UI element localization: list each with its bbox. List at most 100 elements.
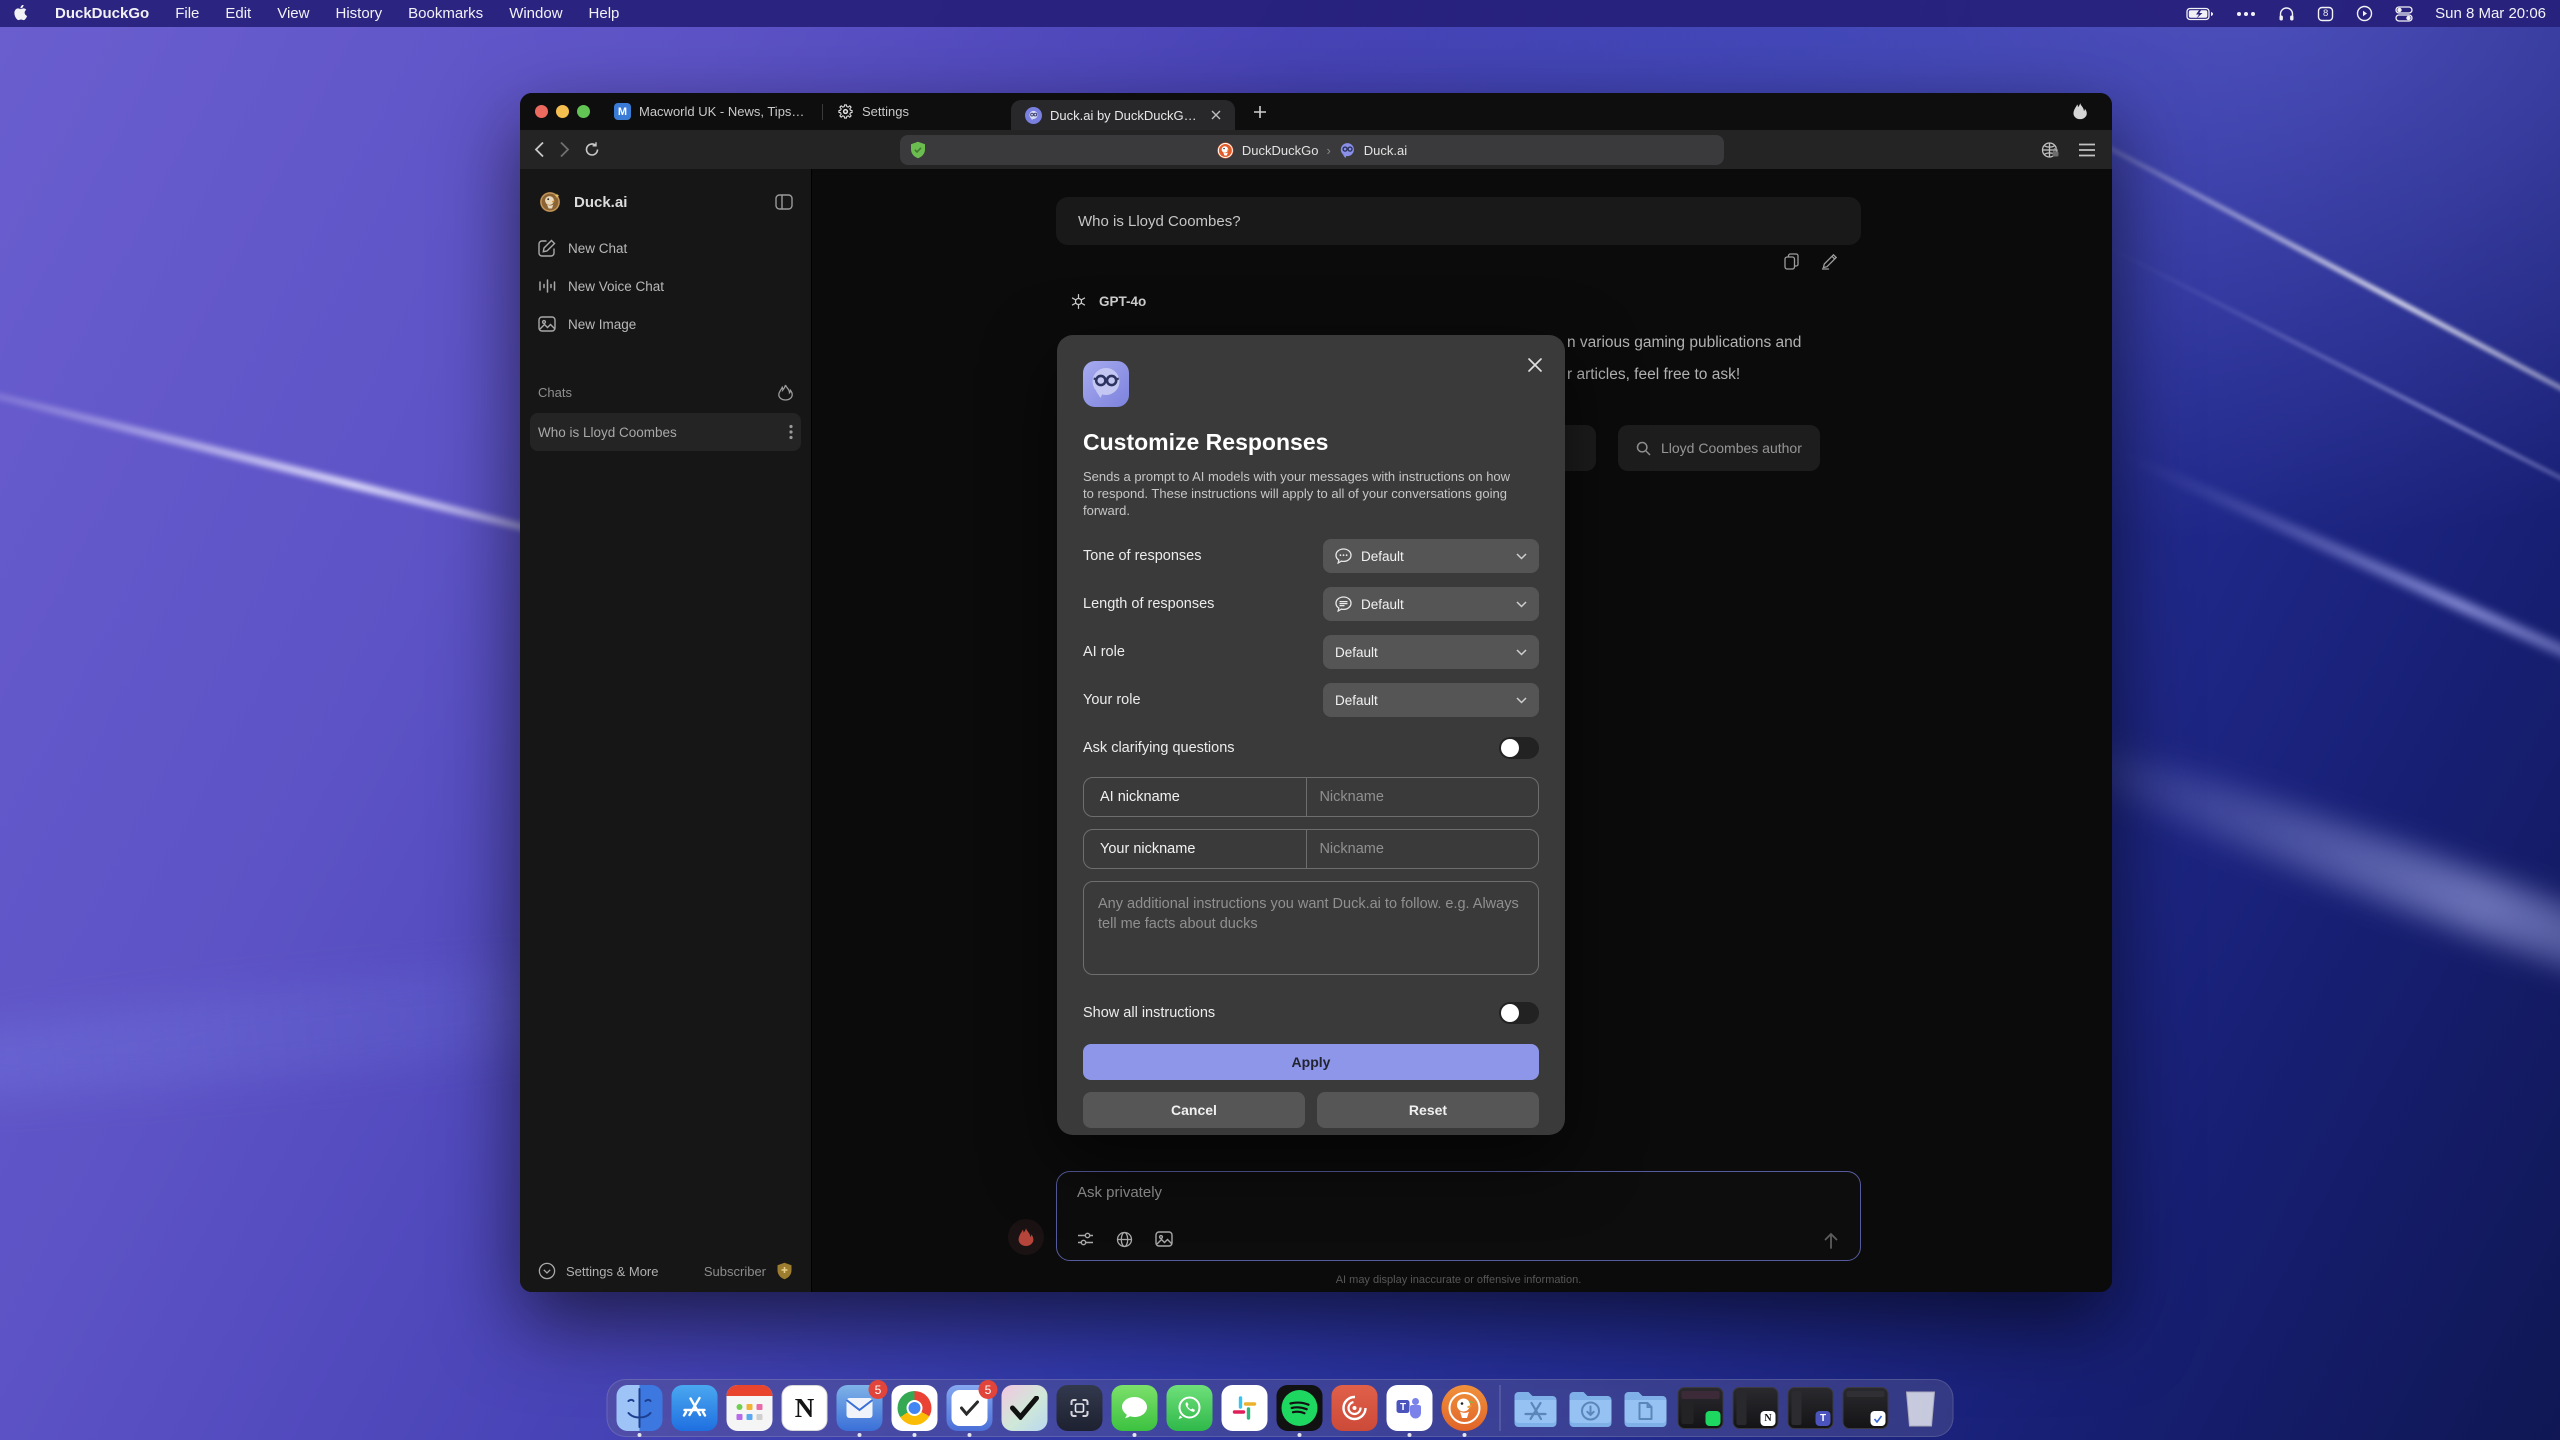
- apple-menu-icon[interactable]: [14, 5, 29, 22]
- dock-minimized-window-spotify[interactable]: [1678, 1387, 1724, 1429]
- dock-minimized-window-teams[interactable]: T: [1788, 1387, 1834, 1429]
- gear-icon: [837, 103, 854, 120]
- dock-chrome[interactable]: [892, 1385, 938, 1431]
- apply-button[interactable]: Apply: [1083, 1044, 1539, 1080]
- model-settings-icon[interactable]: [1077, 1231, 1094, 1248]
- fire-button[interactable]: [1008, 1219, 1044, 1255]
- menu-window[interactable]: Window: [509, 5, 562, 22]
- copy-icon[interactable]: [1784, 253, 1799, 270]
- send-button[interactable]: [1822, 1232, 1840, 1250]
- dock-folder-downloads[interactable]: [1568, 1385, 1614, 1431]
- dock-whatsapp[interactable]: [1167, 1385, 1213, 1431]
- breadcrumb: DuckDuckGo › Duck.ai: [1217, 142, 1407, 159]
- dock-mail-spark[interactable]: 5: [837, 1385, 883, 1431]
- breadcrumb-site[interactable]: DuckDuckGo: [1242, 143, 1319, 158]
- your-role-label: Your role: [1083, 692, 1141, 708]
- close-window-button[interactable]: [535, 105, 548, 118]
- browser-menu-icon[interactable]: [2078, 143, 2096, 157]
- control-center-icon[interactable]: [2395, 6, 2413, 22]
- zoom-window-button[interactable]: [577, 105, 590, 118]
- battery-icon[interactable]: [2186, 7, 2214, 21]
- tab-macworld[interactable]: M Macworld UK - News, Tips & Re: [600, 93, 822, 130]
- dock-finder[interactable]: [617, 1385, 663, 1431]
- more-status-icon[interactable]: [2236, 11, 2256, 17]
- menu-view[interactable]: View: [277, 5, 309, 22]
- dock-duckduckgo[interactable]: [1442, 1385, 1488, 1431]
- tab-label: Duck.ai by DuckDuckGo. Priv: [1050, 108, 1203, 123]
- chat-item-menu-icon[interactable]: [789, 424, 793, 440]
- calendar-status-icon[interactable]: 8: [2317, 6, 2334, 22]
- ai-role-dropdown[interactable]: Default: [1323, 635, 1539, 669]
- dock-spotify[interactable]: [1277, 1385, 1323, 1431]
- burn-chats-icon[interactable]: [778, 384, 793, 401]
- your-role-dropdown[interactable]: Default: [1323, 683, 1539, 717]
- clarifying-toggle[interactable]: [1499, 737, 1539, 759]
- address-bar[interactable]: DuckDuckGo › Duck.ai: [900, 135, 1724, 165]
- headphones-icon[interactable]: [2278, 6, 2295, 22]
- dock-teams[interactable]: T: [1387, 1385, 1433, 1431]
- show-all-toggle[interactable]: [1499, 1002, 1539, 1024]
- ai-role-value: Default: [1335, 645, 1378, 660]
- dock-folder-documents[interactable]: [1623, 1385, 1669, 1431]
- dock-pocket-casts[interactable]: [1332, 1385, 1378, 1431]
- dock-messages[interactable]: [1112, 1385, 1158, 1431]
- ai-nickname-input[interactable]: [1307, 778, 1538, 816]
- menu-file[interactable]: File: [175, 5, 199, 22]
- new-tab-button[interactable]: [1253, 105, 1267, 119]
- tone-dropdown[interactable]: Default: [1323, 539, 1539, 573]
- minimize-window-button[interactable]: [556, 105, 569, 118]
- modal-description: Sends a prompt to AI models with your me…: [1083, 468, 1523, 519]
- settings-more-button[interactable]: Settings & More: [538, 1262, 659, 1280]
- chat-history-item[interactable]: Who is Lloyd Coombes: [530, 413, 801, 451]
- your-nickname-input[interactable]: [1307, 830, 1538, 868]
- menu-history[interactable]: History: [335, 5, 382, 22]
- web-search-icon[interactable]: [1116, 1231, 1133, 1248]
- new-chat-button[interactable]: New Chat: [530, 229, 801, 267]
- reset-button[interactable]: Reset: [1317, 1092, 1539, 1128]
- new-image-label: New Image: [568, 317, 636, 332]
- sidebar-header: Duck.ai: [530, 183, 801, 221]
- site-permissions-icon[interactable]: [2041, 141, 2060, 159]
- close-modal-icon[interactable]: [1527, 357, 1543, 373]
- image-attach-icon[interactable]: [1155, 1231, 1173, 1248]
- sidebar-collapse-icon[interactable]: [775, 194, 793, 210]
- browser-toolbar: DuckDuckGo › Duck.ai: [520, 130, 2112, 169]
- menu-edit[interactable]: Edit: [225, 5, 251, 22]
- forward-button[interactable]: [559, 141, 570, 158]
- additional-instructions-input[interactable]: [1083, 881, 1539, 975]
- dock-things[interactable]: 5: [947, 1385, 993, 1431]
- dock-trash[interactable]: [1898, 1385, 1944, 1431]
- tab-duckai-active[interactable]: Duck.ai by DuckDuckGo. Priv: [1011, 100, 1235, 130]
- privacy-shield-icon[interactable]: [910, 141, 926, 159]
- dock-calendar[interactable]: [727, 1385, 773, 1431]
- close-tab-icon[interactable]: [1211, 110, 1221, 120]
- dock-slack[interactable]: [1222, 1385, 1268, 1431]
- dock-minimized-window-things[interactable]: [1843, 1387, 1889, 1429]
- prompt-input[interactable]: [1077, 1184, 1777, 1201]
- dock-notion[interactable]: N: [782, 1385, 828, 1431]
- cancel-button[interactable]: Cancel: [1083, 1092, 1305, 1128]
- back-button[interactable]: [534, 141, 545, 158]
- dock-app-store[interactable]: [672, 1385, 718, 1431]
- menu-help[interactable]: Help: [589, 5, 620, 22]
- breadcrumb-page[interactable]: Duck.ai: [1364, 143, 1407, 158]
- menubar-app-name[interactable]: DuckDuckGo: [55, 5, 149, 22]
- tone-value: Default: [1361, 549, 1404, 564]
- dock-capture-app[interactable]: [1057, 1385, 1103, 1431]
- menubar-clock[interactable]: Sun 8 Mar 20:06: [2435, 5, 2546, 22]
- menu-bookmarks[interactable]: Bookmarks: [408, 5, 483, 22]
- new-voice-chat-button[interactable]: New Voice Chat: [530, 267, 801, 305]
- dock-check-app[interactable]: [1002, 1385, 1048, 1431]
- tone-label: Tone of responses: [1083, 548, 1202, 564]
- new-image-button[interactable]: New Image: [530, 305, 801, 343]
- playback-status-icon[interactable]: [2356, 5, 2373, 22]
- edit-message-icon[interactable]: [1821, 253, 1838, 270]
- fire-button-tabbar[interactable]: [2073, 103, 2088, 120]
- duckai-sidebar: Duck.ai New Chat New Voice Chat: [520, 169, 812, 1292]
- length-dropdown[interactable]: Default: [1323, 587, 1539, 621]
- reload-button[interactable]: [584, 141, 600, 158]
- search-chip[interactable]: Lloyd Coombes author: [1618, 425, 1820, 471]
- dock-minimized-window-notion[interactable]: N: [1733, 1387, 1779, 1429]
- dock-folder-applications[interactable]: [1513, 1385, 1559, 1431]
- tab-settings[interactable]: Settings: [823, 93, 923, 130]
